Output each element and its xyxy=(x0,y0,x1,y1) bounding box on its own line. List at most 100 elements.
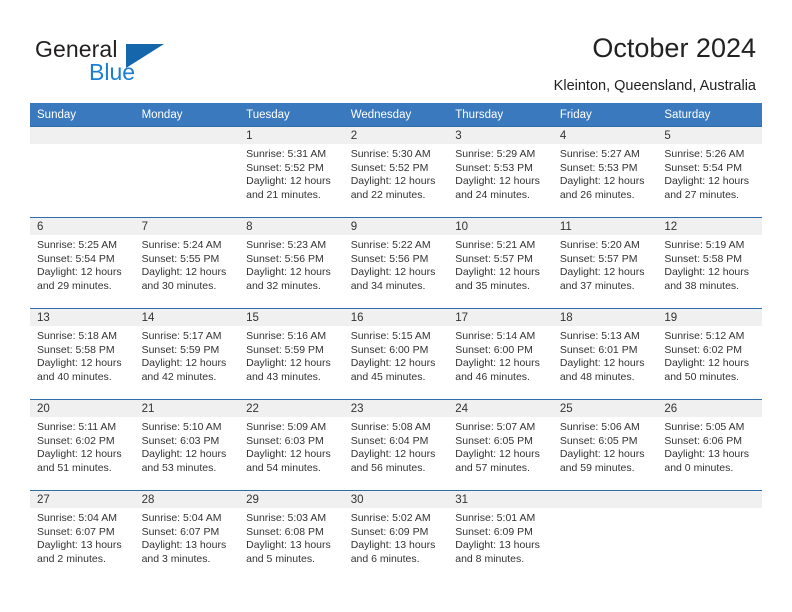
day-number: 19 xyxy=(657,309,762,326)
calendar-day-cell[interactable]: 19 Sunrise: 5:12 AM Sunset: 6:02 PM Dayligh… xyxy=(657,308,762,400)
calendar-day-cell[interactable]: 24 Sunrise: 5:07 AM Sunset: 6:05 PM Dayligh… xyxy=(448,399,553,491)
calendar-day-cell[interactable]: 8 Sunrise: 5:23 AM Sunset: 5:56 PM Daylight… xyxy=(239,217,344,309)
calendar-day-cell[interactable]: 29 Sunrise: 5:03 AM Sunset: 6:08 PM Dayligh… xyxy=(239,490,344,581)
calendar-day-cell[interactable]: 20 Sunrise: 5:11 AM Sunset: 6:02 PM Dayligh… xyxy=(30,399,135,491)
sunset-text: Sunset: 5:52 PM xyxy=(350,161,429,174)
day-cell-inner: 30 Sunrise: 5:02 AM Sunset: 6:09 PM Dayligh… xyxy=(343,491,449,581)
day-number: 6 xyxy=(30,218,135,235)
sunset-text: Sunset: 6:02 PM xyxy=(664,343,743,356)
calendar-day-cell[interactable]: 23 Sunrise: 5:08 AM Sunset: 6:04 PM Dayligh… xyxy=(343,399,449,491)
calendar-day-cell[interactable]: 26 Sunrise: 5:05 AM Sunset: 6:06 PM Dayligh… xyxy=(657,399,762,491)
sunset-text: Sunset: 6:00 PM xyxy=(350,343,429,356)
location-subtitle: Kleinton, Queensland, Australia xyxy=(553,78,756,94)
day-cell-details: Sunrise: 5:06 AM Sunset: 6:05 PM Daylight:… xyxy=(553,417,658,475)
calendar-day-cell[interactable]: 28 Sunrise: 5:04 AM Sunset: 6:07 PM Dayligh… xyxy=(134,490,240,581)
calendar-day-cell[interactable]: 25 Sunrise: 5:06 AM Sunset: 6:05 PM Dayligh… xyxy=(552,399,658,491)
calendar-day-cell[interactable]: 31 Sunrise: 5:01 AM Sunset: 6:09 PM Dayligh… xyxy=(448,490,553,581)
day-cell-details: Sunrise: 5:09 AM Sunset: 6:03 PM Daylight:… xyxy=(239,417,344,475)
day-cell-details: Sunrise: 5:25 AM Sunset: 5:54 PM Daylight:… xyxy=(30,235,135,293)
daylight-text-line2: and 21 minutes. xyxy=(246,188,321,201)
daylight-text-line2: and 50 minutes. xyxy=(664,370,740,383)
sunrise-text: Sunrise: 5:04 AM xyxy=(141,512,222,524)
calendar-week-row: 27 Sunrise: 5:04 AM Sunset: 6:07 PM Dayligh… xyxy=(30,490,762,581)
daylight-text-line2: and 0 minutes. xyxy=(664,461,734,474)
calendar-day-cell[interactable]: 18 Sunrise: 5:13 AM Sunset: 6:01 PM Dayligh… xyxy=(552,308,658,400)
sunset-text: Sunset: 5:56 PM xyxy=(350,252,429,265)
day-cell-details: Sunrise: 5:18 AM Sunset: 5:58 PM Daylight:… xyxy=(30,326,135,384)
calendar-day-cell[interactable]: 21 Sunrise: 5:10 AM Sunset: 6:03 PM Dayligh… xyxy=(134,399,240,491)
calendar-day-cell[interactable]: 17 Sunrise: 5:14 AM Sunset: 6:00 PM Dayligh… xyxy=(448,308,553,400)
daylight-text-line1: Daylight: 12 hours xyxy=(455,266,540,279)
day-cell-inner: 4 Sunrise: 5:27 AM Sunset: 5:53 PM Daylight… xyxy=(552,127,658,217)
daylight-text-line2: and 40 minutes. xyxy=(37,370,112,383)
calendar-week-row: 6 Sunrise: 5:25 AM Sunset: 5:54 PM Daylight… xyxy=(30,217,762,309)
day-cell-inner: 5 Sunrise: 5:26 AM Sunset: 5:54 PM Daylight… xyxy=(657,127,762,217)
calendar-day-cell[interactable]: 16 Sunrise: 5:15 AM Sunset: 6:00 PM Dayligh… xyxy=(343,308,449,400)
sunrise-text: Sunrise: 5:26 AM xyxy=(664,148,745,160)
calendar-day-cell[interactable]: 9 Sunrise: 5:22 AM Sunset: 5:56 PM Daylight… xyxy=(343,217,449,309)
day-cell-details: Sunrise: 5:12 AM Sunset: 6:02 PM Daylight:… xyxy=(657,326,762,384)
sunrise-text: Sunrise: 5:30 AM xyxy=(350,148,431,160)
day-number: 9 xyxy=(343,218,449,235)
calendar-day-cell[interactable]: 3 Sunrise: 5:29 AM Sunset: 5:53 PM Daylight… xyxy=(448,126,553,218)
sunset-text: Sunset: 6:04 PM xyxy=(350,434,429,447)
sunrise-text: Sunrise: 5:15 AM xyxy=(350,330,431,342)
calendar-day-cell[interactable]: 30 Sunrise: 5:02 AM Sunset: 6:09 PM Dayligh… xyxy=(343,490,449,581)
daylight-text-line1: Daylight: 12 hours xyxy=(37,357,122,370)
daylight-text-line1: Daylight: 12 hours xyxy=(350,448,436,461)
daylight-text-line2: and 42 minutes. xyxy=(141,370,217,383)
day-number: 18 xyxy=(552,309,658,326)
day-cell-details: Sunrise: 5:13 AM Sunset: 6:01 PM Daylight:… xyxy=(553,326,658,384)
calendar-day-cell[interactable]: 5 Sunrise: 5:26 AM Sunset: 5:54 PM Daylight… xyxy=(657,126,762,218)
day-number: 11 xyxy=(552,218,658,235)
sunset-text: Sunset: 6:05 PM xyxy=(559,434,638,447)
day-cell-details: Sunrise: 5:21 AM Sunset: 5:57 PM Daylight:… xyxy=(448,235,553,293)
day-number: 13 xyxy=(30,309,135,326)
day-number: 1 xyxy=(239,127,344,144)
calendar-day-cell-empty xyxy=(30,126,135,218)
day-cell-inner: 3 Sunrise: 5:29 AM Sunset: 5:53 PM Daylight… xyxy=(448,127,553,217)
calendar-day-cell[interactable]: 14 Sunrise: 5:17 AM Sunset: 5:59 PM Dayligh… xyxy=(134,308,240,400)
calendar-day-cell[interactable]: 12 Sunrise: 5:19 AM Sunset: 5:58 PM Dayligh… xyxy=(657,217,762,309)
calendar-day-cell[interactable]: 15 Sunrise: 5:16 AM Sunset: 5:59 PM Dayligh… xyxy=(239,308,344,400)
calendar-day-cell[interactable]: 6 Sunrise: 5:25 AM Sunset: 5:54 PM Daylight… xyxy=(30,217,135,309)
calendar-day-cell[interactable]: 7 Sunrise: 5:24 AM Sunset: 5:55 PM Daylight… xyxy=(134,217,240,309)
day-cell-details: Sunrise: 5:22 AM Sunset: 5:56 PM Daylight:… xyxy=(344,235,449,293)
weekday-header-sunday: Sunday xyxy=(30,103,135,127)
weekday-header-friday: Friday xyxy=(552,103,658,127)
daylight-text-line2: and 34 minutes. xyxy=(350,279,426,292)
calendar-day-cell[interactable]: 10 Sunrise: 5:21 AM Sunset: 5:57 PM Dayligh… xyxy=(448,217,553,309)
day-number: 24 xyxy=(448,400,553,417)
day-cell-details: Sunrise: 5:27 AM Sunset: 5:53 PM Daylight:… xyxy=(553,144,658,202)
calendar-day-cell[interactable]: 2 Sunrise: 5:30 AM Sunset: 5:52 PM Daylight… xyxy=(343,126,449,218)
daylight-text-line2: and 8 minutes. xyxy=(455,552,525,565)
daylight-text-line2: and 57 minutes. xyxy=(455,461,530,474)
sunset-text: Sunset: 6:09 PM xyxy=(455,525,533,538)
day-cell-details: Sunrise: 5:15 AM Sunset: 6:00 PM Daylight:… xyxy=(344,326,449,384)
sunset-text: Sunset: 5:54 PM xyxy=(37,252,115,265)
day-cell-inner: 28 Sunrise: 5:04 AM Sunset: 6:07 PM Dayligh… xyxy=(134,491,240,581)
sunset-text: Sunset: 5:53 PM xyxy=(559,161,638,174)
sunset-text: Sunset: 6:07 PM xyxy=(37,525,115,538)
day-cell-details: Sunrise: 5:08 AM Sunset: 6:04 PM Daylight:… xyxy=(344,417,449,475)
calendar-day-cell[interactable]: 13 Sunrise: 5:18 AM Sunset: 5:58 PM Dayligh… xyxy=(30,308,135,400)
daylight-text-line1: Daylight: 12 hours xyxy=(246,357,331,370)
sunset-text: Sunset: 5:59 PM xyxy=(141,343,220,356)
calendar-day-cell[interactable]: 27 Sunrise: 5:04 AM Sunset: 6:07 PM Dayligh… xyxy=(30,490,135,581)
calendar-day-cell[interactable]: 1 Sunrise: 5:31 AM Sunset: 5:52 PM Daylight… xyxy=(239,126,344,218)
calendar-day-cell[interactable]: 22 Sunrise: 5:09 AM Sunset: 6:03 PM Dayligh… xyxy=(239,399,344,491)
daylight-text-line1: Daylight: 12 hours xyxy=(559,357,645,370)
sunset-text: Sunset: 6:09 PM xyxy=(350,525,429,538)
day-cell-inner: 17 Sunrise: 5:14 AM Sunset: 6:00 PM Dayligh… xyxy=(448,309,553,399)
calendar-day-cell[interactable]: 4 Sunrise: 5:27 AM Sunset: 5:53 PM Daylight… xyxy=(552,126,658,218)
sunrise-text: Sunrise: 5:08 AM xyxy=(350,421,431,433)
day-number: 16 xyxy=(343,309,449,326)
sunrise-text: Sunrise: 5:11 AM xyxy=(37,421,117,433)
day-cell-inner: 21 Sunrise: 5:10 AM Sunset: 6:03 PM Dayligh… xyxy=(134,400,240,490)
daylight-text-line2: and 37 minutes. xyxy=(559,279,635,292)
sunrise-text: Sunrise: 5:21 AM xyxy=(455,239,536,251)
calendar-day-cell[interactable]: 11 Sunrise: 5:20 AM Sunset: 5:57 PM Dayligh… xyxy=(552,217,658,309)
sunrise-text: Sunrise: 5:04 AM xyxy=(37,512,117,524)
daylight-text-line1: Daylight: 12 hours xyxy=(664,175,750,188)
daylight-text-line2: and 56 minutes. xyxy=(350,461,426,474)
